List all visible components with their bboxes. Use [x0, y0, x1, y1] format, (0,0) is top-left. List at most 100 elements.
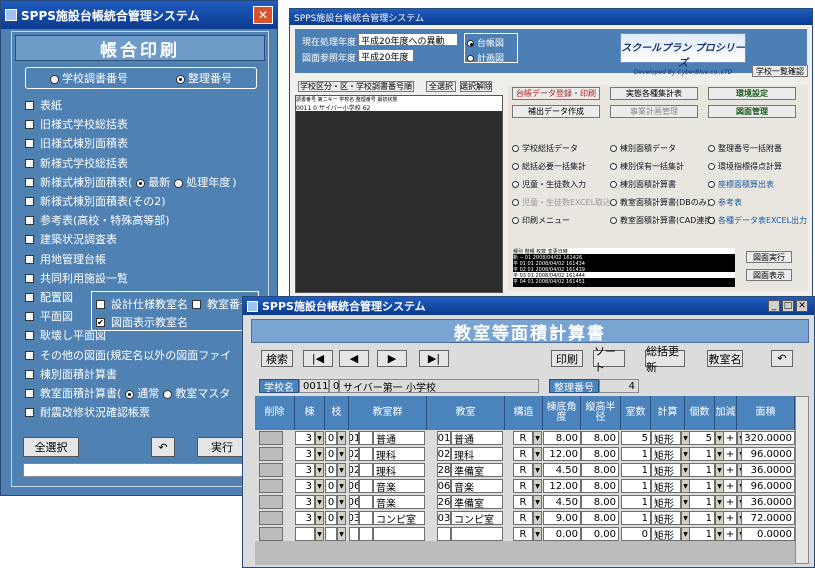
table-row[interactable]: 3▼0▼02▼理科02▼理科R▼12.008.001矩形▼1▼+▼96.0000: [255, 447, 795, 461]
table-cell[interactable]: 0: [325, 431, 337, 445]
table-row[interactable]: 3▼0▼06▼音楽06▼音楽R▼12.008.001矩形▼1▼+▼96.0000: [255, 479, 795, 493]
table-cell[interactable]: [359, 447, 373, 461]
print-button[interactable]: 印刷: [551, 350, 583, 367]
option-radio[interactable]: 座標面積算出表: [708, 179, 774, 190]
checkbox-item[interactable]: 建築状況調査表: [25, 231, 117, 247]
table-cell[interactable]: +: [723, 527, 737, 541]
table-cell[interactable]: 3: [295, 479, 315, 493]
table-cell[interactable]: 準備室: [451, 463, 503, 477]
table-cell[interactable]: 9.00: [543, 511, 581, 525]
table-cell[interactable]: 01: [437, 431, 451, 445]
dropdown-arrow-icon[interactable]: ▼: [337, 495, 346, 509]
table-cell[interactable]: R: [513, 463, 533, 477]
school-list[interactable]: 調書番号 第二キー 学校名 整理番号 最初状態 0011 0 サイバー小学校 6…: [295, 95, 503, 293]
row-selector[interactable]: [259, 431, 283, 445]
checkbox-item[interactable]: 耐震改修状況確認帳票: [25, 404, 150, 420]
table-cell[interactable]: 1: [689, 511, 715, 525]
dropdown-arrow-icon[interactable]: ▼: [315, 511, 324, 525]
table-cell[interactable]: 矩形: [651, 447, 681, 461]
menu-button[interactable]: 事業計画管理: [610, 105, 698, 118]
table-cell[interactable]: 矩形: [651, 495, 681, 509]
option-radio[interactable]: 各種データ表EXCEL出力: [708, 215, 807, 226]
table-cell[interactable]: 03: [349, 511, 359, 525]
table-cell[interactable]: +: [723, 431, 737, 445]
table-cell[interactable]: 8.00: [581, 479, 619, 493]
table-cell[interactable]: 0: [325, 479, 337, 493]
menu-button[interactable]: 補出データ作成: [512, 105, 600, 118]
checkbox-item[interactable]: 表紙: [25, 97, 62, 113]
table-cell[interactable]: 矩形: [651, 463, 681, 477]
table-cell[interactable]: 3: [295, 511, 315, 525]
checkbox-item[interactable]: 新様式棟別面積表(最新 処理年度): [25, 174, 237, 190]
radio-seiri-number[interactable]: 整理番号: [176, 70, 232, 86]
table-cell[interactable]: [295, 527, 315, 541]
table-cell[interactable]: R: [513, 495, 533, 509]
table-cell[interactable]: 0: [325, 495, 337, 509]
dropdown-arrow-icon[interactable]: ▼: [315, 431, 324, 445]
table-cell[interactable]: 8.00: [581, 463, 619, 477]
checkbox-item[interactable]: 参考表(高校・特殊高等部): [25, 212, 170, 228]
menu-button[interactable]: 図面管理: [708, 105, 796, 118]
table-cell[interactable]: 8.00: [581, 495, 619, 509]
menu-button[interactable]: 台帳データ登録・印刷: [512, 87, 600, 100]
table-cell[interactable]: 1: [689, 527, 715, 541]
prev-record-button[interactable]: ◀: [339, 350, 369, 367]
dropdown-arrow-icon[interactable]: ▼: [533, 431, 542, 445]
popup-checkbox[interactable]: ✔ 図面表示教室名: [96, 314, 188, 330]
row-selector[interactable]: [259, 527, 283, 541]
table-cell[interactable]: 02: [349, 447, 359, 461]
table-cell[interactable]: 1: [621, 511, 651, 525]
radio-option[interactable]: 教室マスタ: [163, 385, 230, 401]
table-row[interactable]: 3▼0▼01▼普通01▼普通R▼8.008.005矩形▼5▼+▼320.0000: [255, 431, 795, 445]
close-button[interactable]: ✕: [253, 6, 273, 24]
table-cell[interactable]: コンピ室: [451, 511, 503, 525]
dropdown-arrow-icon[interactable]: ▼: [337, 511, 346, 525]
undo-button[interactable]: ↶: [151, 437, 175, 457]
table-row[interactable]: 3▼0▼06▼音楽26▼準備室R▼4.508.001矩形▼1▼+▼36.0000: [255, 495, 795, 509]
table-cell[interactable]: 1: [621, 495, 651, 509]
table-cell[interactable]: 36.0000: [741, 495, 795, 509]
table-cell[interactable]: 矩形: [651, 527, 681, 541]
log-row[interactable]: 平 04 01 2008/04/02 161451: [513, 278, 735, 284]
table-cell[interactable]: +: [723, 495, 737, 509]
table-cell[interactable]: 理科: [451, 447, 503, 461]
checkbox-item[interactable]: 棟別面積計算書: [25, 366, 117, 382]
checkbox-item[interactable]: 教室面積計算書(通常 教室マスタ: [25, 385, 230, 401]
table-cell[interactable]: 0: [325, 511, 337, 525]
row-selector[interactable]: [259, 463, 283, 477]
table-cell[interactable]: 普通: [451, 431, 503, 445]
table-cell[interactable]: 理科: [373, 463, 425, 477]
table-cell[interactable]: 5: [621, 431, 651, 445]
dropdown-arrow-icon[interactable]: ▼: [337, 527, 346, 541]
table-cell[interactable]: R: [513, 479, 533, 493]
table-cell[interactable]: 26: [437, 495, 451, 509]
table-cell[interactable]: 06: [349, 495, 359, 509]
table-cell[interactable]: 3: [295, 431, 315, 445]
menu-button[interactable]: 環境設定: [708, 87, 796, 100]
popup-checkbox[interactable]: 設計仕様教室名: [96, 296, 188, 312]
table-cell[interactable]: [437, 527, 451, 541]
table-cell[interactable]: 0.00: [581, 527, 619, 541]
table-row[interactable]: 3▼0▼02▼理科28▼準備室R▼4.508.001矩形▼1▼+▼36.0000: [255, 463, 795, 477]
dropdown-arrow-icon[interactable]: ▼: [337, 431, 346, 445]
table-cell[interactable]: 1: [621, 479, 651, 493]
radio-keikaku[interactable]: 計画図: [467, 51, 517, 62]
menu-button[interactable]: 実態各種集計表: [610, 87, 698, 100]
checkbox-item[interactable]: 旧様式棟別面積表: [25, 135, 128, 151]
drawing-show-button[interactable]: 図面表示: [746, 269, 792, 281]
dropdown-arrow-icon[interactable]: ▼: [533, 511, 542, 525]
select-all-button[interactable]: 全選択: [23, 437, 79, 457]
table-cell[interactable]: コンピ室: [373, 511, 425, 525]
radio-option[interactable]: 処理年度: [174, 174, 230, 190]
table-cell[interactable]: 0: [325, 447, 337, 461]
option-radio[interactable]: 棟別面積計算書: [610, 179, 676, 190]
table-cell[interactable]: 矩形: [651, 479, 681, 493]
row-selector[interactable]: [259, 495, 283, 509]
table-cell[interactable]: 0.00: [543, 527, 581, 541]
school-list-button[interactable]: 学校一覧確認: [752, 65, 808, 77]
table-cell[interactable]: 矩形: [651, 511, 681, 525]
option-radio[interactable]: 児童・生徒数EXCEL取込: [512, 197, 611, 208]
option-radio[interactable]: 総括必要一括集計: [512, 161, 586, 172]
checkbox-item[interactable]: 共同利用施設一覧: [25, 270, 128, 286]
checkbox-item[interactable]: 用地管理台帳: [25, 251, 106, 267]
